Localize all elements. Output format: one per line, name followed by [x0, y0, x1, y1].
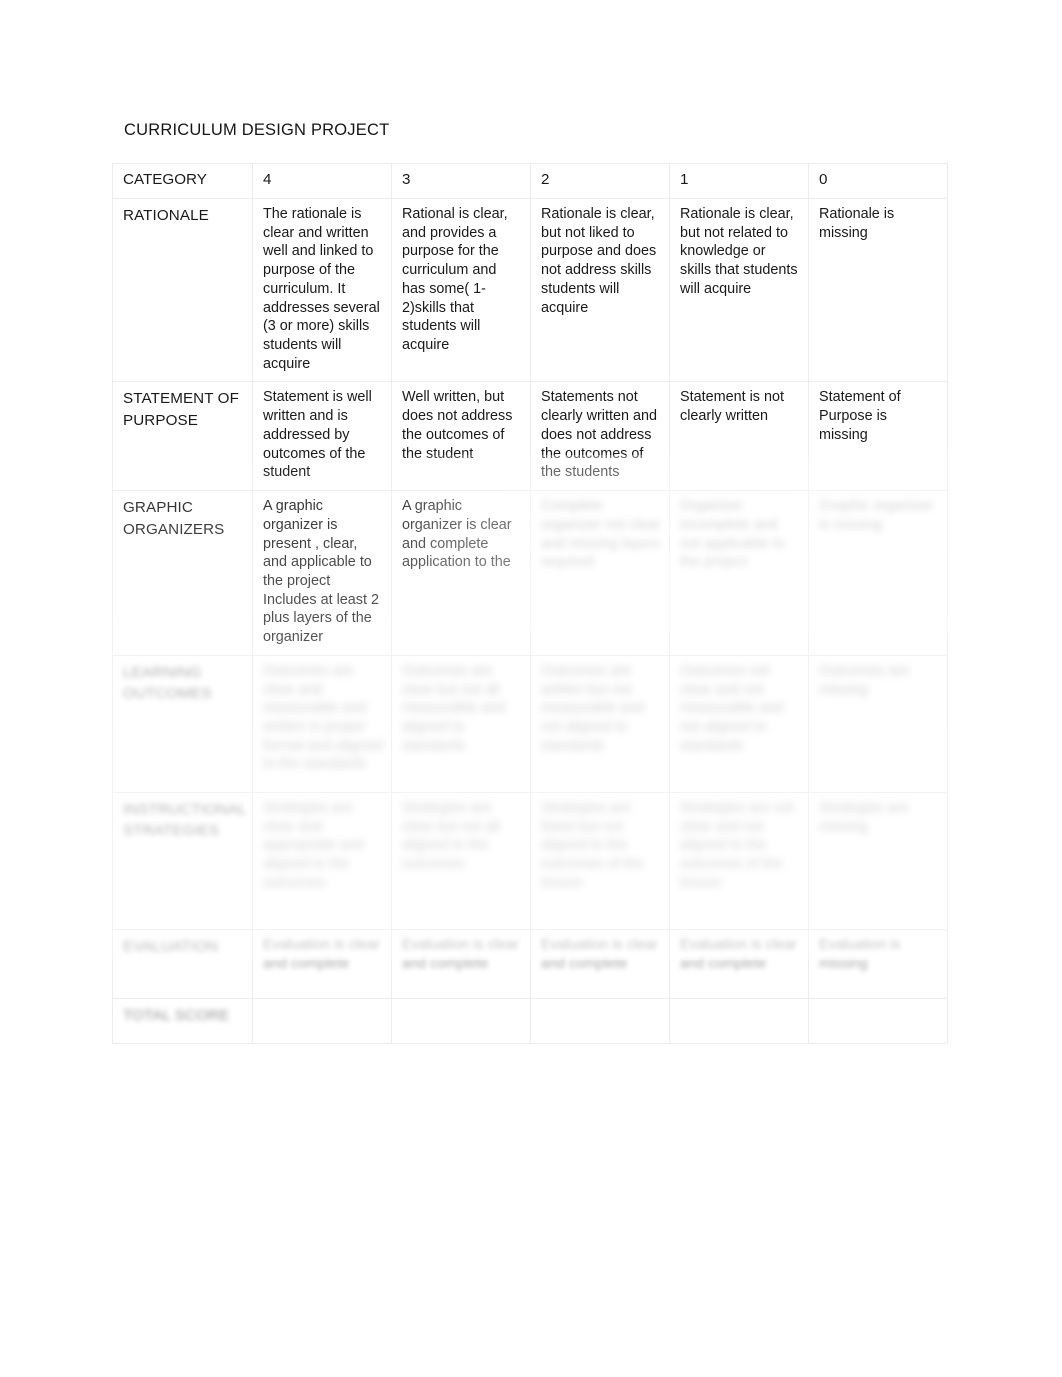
cell-graphic-organizers-1: Organizer incomplete and not applicable …	[669, 490, 809, 656]
cell-graphic-organizers-2: Complete organizer not clear and missing…	[530, 490, 670, 656]
cell-rationale-1: Rationale is clear, but not related to k…	[669, 197, 809, 383]
row-label-obscured-2: INSTRUCTIONAL STRATEGIES	[112, 791, 253, 930]
table-row: STATEMENT OF PURPOSE Statement is well w…	[112, 381, 948, 492]
table-row: GRAPHIC ORGANIZERS A graphic organizer i…	[112, 490, 948, 656]
cell-sop-1: Statement is not clearly written	[669, 381, 809, 492]
column-header-category: CATEGORY	[112, 163, 253, 199]
cell-rationale-0: Rationale is missing	[808, 197, 948, 383]
cell-graphic-organizers-0: Graphic organizer is missing	[808, 490, 948, 656]
row-label-statement-of-purpose: STATEMENT OF PURPOSE	[112, 381, 253, 492]
cell-obscured-4-4	[252, 997, 392, 1044]
column-header-score-1: 1	[669, 163, 809, 199]
cell-obscured-1-2: Outcomes are written but not measurable …	[530, 654, 670, 793]
table-row: LEARNING OUTCOMES Outcomes are clear and…	[112, 654, 948, 793]
cell-obscured-1-1: Outcomes not clear and not measurable an…	[669, 654, 809, 793]
table-row: TOTAL SCORE	[112, 997, 948, 1044]
cell-graphic-organizers-4: A graphic organizer is present , clear, …	[252, 490, 392, 656]
row-label-rationale: RATIONALE	[112, 197, 253, 383]
table-row: INSTRUCTIONAL STRATEGIES Strategies are …	[112, 791, 948, 930]
cell-sop-2: Statements not clearly written and does …	[530, 381, 670, 492]
document-page: CURRICULUM DESIGN PROJECT CATEGORY 4 3 2…	[0, 0, 1062, 1377]
cell-obscured-2-4: Strategies are clear and appropriate and…	[252, 791, 392, 930]
row-label-obscured-3: EVALUATION	[112, 928, 253, 999]
cell-sop-0: Statement of Purpose is missing	[808, 381, 948, 492]
row-label-obscured-4: TOTAL SCORE	[112, 997, 253, 1044]
cell-obscured-4-0	[808, 997, 948, 1044]
cell-obscured-2-2: Strategies are listed but not aligned to…	[530, 791, 670, 930]
cell-obscured-3-2: Evaluation is clear and complete	[530, 928, 670, 999]
cell-obscured-1-3: Outcomes are clear but not all measurabl…	[391, 654, 531, 793]
cell-sop-3: Well written, but does not address the o…	[391, 381, 531, 492]
cell-rationale-3: Rational is clear, and provides a purpos…	[391, 197, 531, 383]
column-header-score-0: 0	[808, 163, 948, 199]
row-label-graphic-organizers: GRAPHIC ORGANIZERS	[112, 490, 253, 656]
cell-obscured-3-0: Evaluation is missing	[808, 928, 948, 999]
column-header-score-2: 2	[530, 163, 670, 199]
cell-obscured-4-2	[530, 997, 670, 1044]
column-header-score-4: 4	[252, 163, 392, 199]
cell-obscured-2-1: Strategies are not clear and not aligned…	[669, 791, 809, 930]
cell-obscured-2-0: Strategies are missing	[808, 791, 948, 930]
cell-obscured-1-0: Outcomes are missing	[808, 654, 948, 793]
row-label-obscured-1: LEARNING OUTCOMES	[112, 654, 253, 793]
table-header-row: CATEGORY 4 3 2 1 0	[112, 163, 948, 199]
cell-obscured-4-1	[669, 997, 809, 1044]
cell-graphic-organizers-3: A graphic organizer is clear and complet…	[391, 490, 531, 656]
cell-rationale-2: Rationale is clear, but not liked to pur…	[530, 197, 670, 383]
cell-obscured-3-4: Evaluation is clear and complete	[252, 928, 392, 999]
table-row: EVALUATION Evaluation is clear and compl…	[112, 928, 948, 999]
cell-rationale-4: The rationale is clear and written well …	[252, 197, 392, 383]
cell-obscured-2-3: Strategies are clear but not all aligned…	[391, 791, 531, 930]
cell-obscured-3-3: Evaluation is clear and complete	[391, 928, 531, 999]
cell-obscured-3-1: Evaluation is clear and complete	[669, 928, 809, 999]
cell-obscured-1-4: Outcomes are clear and measurable and wr…	[252, 654, 392, 793]
column-header-score-3: 3	[391, 163, 531, 199]
cell-sop-4: Statement is well written and is address…	[252, 381, 392, 492]
table-row: RATIONALE The rationale is clear and wri…	[112, 197, 948, 383]
rubric-table: CATEGORY 4 3 2 1 0 RATIONALE The rationa…	[112, 163, 948, 1044]
cell-obscured-4-3	[391, 997, 531, 1044]
page-title: CURRICULUM DESIGN PROJECT	[124, 121, 390, 139]
